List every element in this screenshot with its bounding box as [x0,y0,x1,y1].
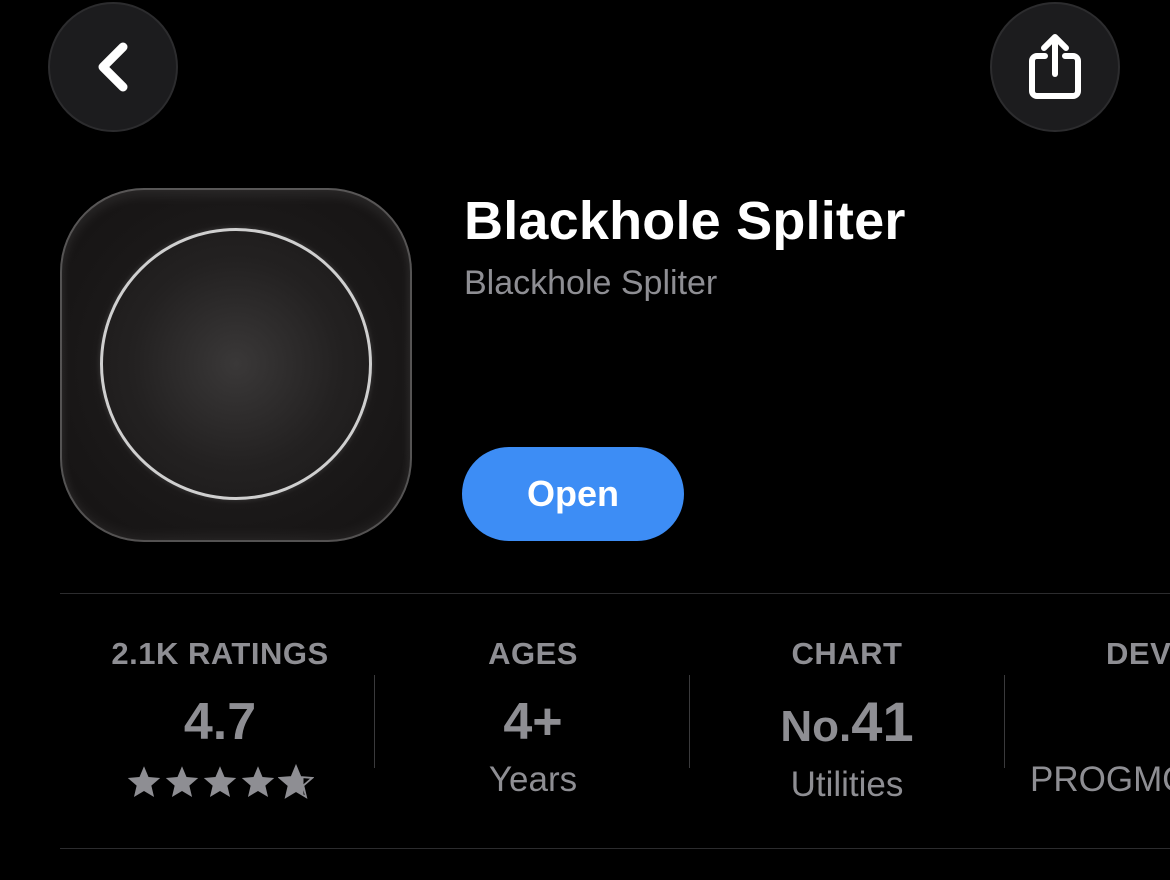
ages-label: AGES [488,636,578,671]
divider [60,593,1170,594]
open-button[interactable]: Open [462,447,684,541]
developer-stat[interactable]: DEV PROGMO [1004,630,1170,830]
chart-value: No.41 [690,692,1004,757]
ratings-stat[interactable]: 2.1K RATINGS 4.7 [60,630,380,830]
app-icon [60,188,412,542]
ages-stat[interactable]: AGES 4+ Years [376,630,690,830]
chart-prefix: No. [780,702,852,751]
developer-icon-area [1004,692,1170,752]
star-icon [278,764,314,799]
share-button[interactable] [990,2,1120,132]
blackhole-ring [100,228,372,500]
chevron-left-icon [98,42,128,92]
ratings-label: 2.1K RATINGS [111,636,329,671]
ratings-value: 4.7 [183,693,257,751]
chart-sub: Utilities [790,765,904,804]
star-rating [60,764,380,800]
star-icon [127,766,161,797]
developer-label: DEV [1106,636,1170,671]
divider [60,848,1170,849]
star-icon [165,766,199,797]
ages-value: 4+ [503,693,563,751]
star-icon [241,766,275,797]
app-subtitle: Blackhole Spliter [464,264,718,302]
star-icon [203,766,237,797]
stat-separator [374,675,375,768]
ages-sub: Years [488,760,578,799]
chart-stat[interactable]: CHART No.41 Utilities [690,630,1004,830]
app-title: Blackhole Spliter [464,191,906,251]
chart-label: CHART [791,636,903,671]
share-icon [1029,34,1081,99]
back-button[interactable] [48,2,178,132]
developer-name: PROGMO [1030,760,1170,799]
chart-rank: 41 [851,690,914,753]
